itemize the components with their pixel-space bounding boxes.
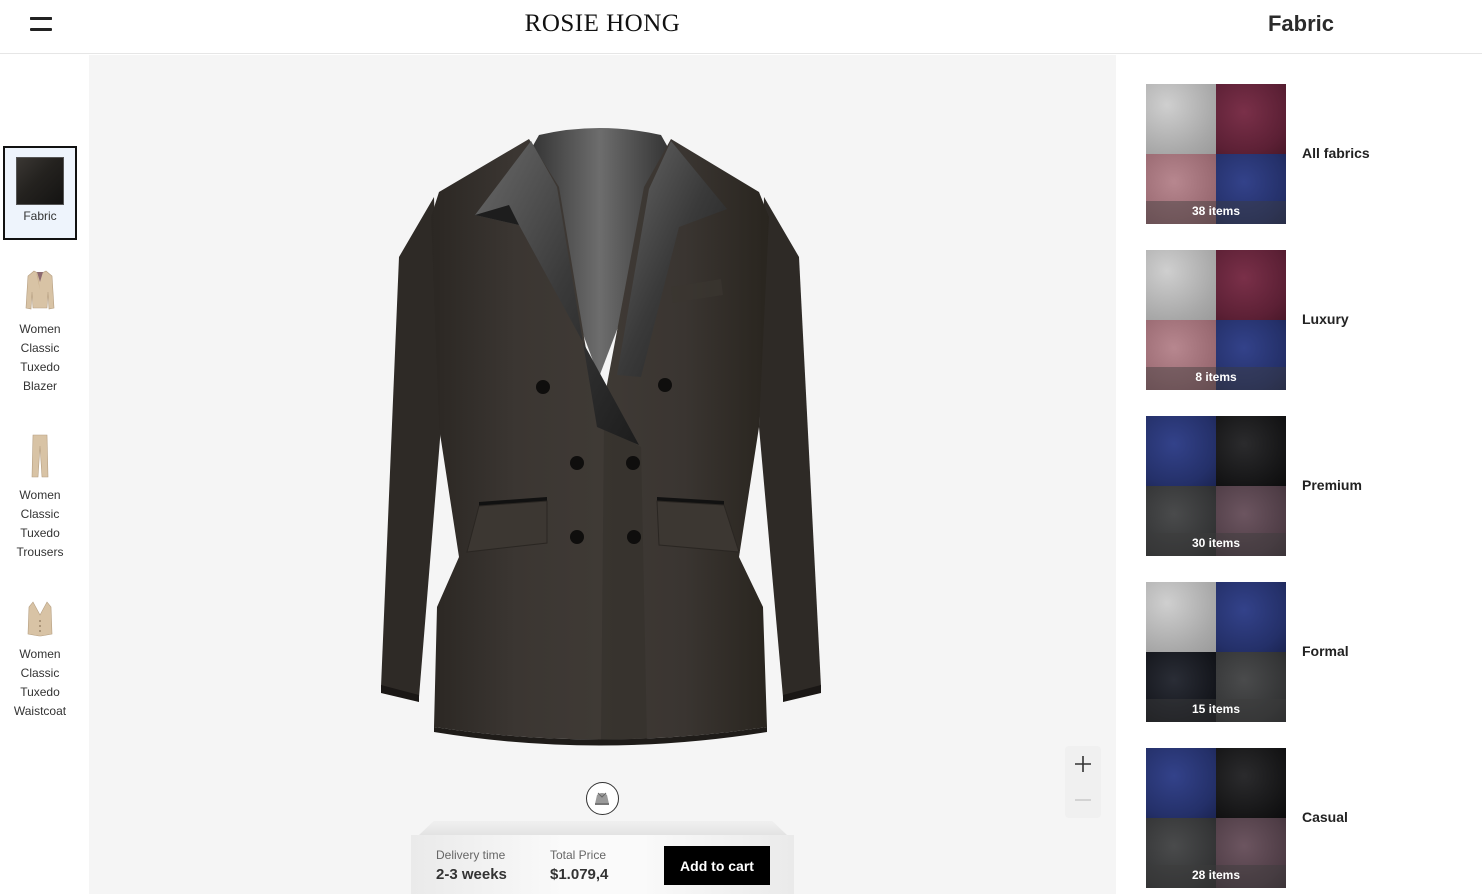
category-name: Casual <box>1302 809 1348 825</box>
double-breasted-tuxedo-blazer[interactable] <box>379 127 829 747</box>
rail-item-trousers[interactable]: Women Classic Tuxedo Trousers <box>3 434 77 562</box>
item-count-badge: 8 items <box>1146 367 1286 390</box>
trousers-icon <box>31 434 49 478</box>
zoom-controls <box>1065 746 1101 818</box>
model-view-icon[interactable] <box>586 782 619 815</box>
delivery-label: Delivery time <box>436 848 506 862</box>
order-bar: Delivery time 2-3 weeks Total Price $1.0… <box>411 835 794 894</box>
price-info: Total Price $1.079,4 <box>550 848 608 883</box>
item-count-badge: 38 items <box>1146 201 1286 224</box>
waistcoat-icon <box>27 601 53 637</box>
price-value: $1.079,4 <box>550 866 609 883</box>
price-label: Total Price <box>550 848 607 862</box>
rail-item-label: Women Classic Tuxedo Waistcoat <box>13 647 67 718</box>
zoom-in-plus-icon[interactable] <box>1065 746 1101 782</box>
category-name: Formal <box>1302 643 1349 659</box>
fabric-category-premium[interactable]: 30 items Premium <box>1146 416 1476 556</box>
order-bar-shadow <box>419 821 787 835</box>
category-name: All fabrics <box>1302 145 1370 161</box>
rail-item-blazer[interactable]: Women Classic Tuxedo Blazer <box>3 268 77 396</box>
fabric-category-formal[interactable]: 15 items Formal <box>1146 582 1476 722</box>
hamburger-menu-icon[interactable] <box>30 17 52 33</box>
product-viewer: Delivery time 2-3 weeks Total Price $1.0… <box>89 55 1116 894</box>
brand-logo[interactable]: ROSIE HONG <box>470 10 735 38</box>
fabric-category-all[interactable]: 38 items All fabrics <box>1146 84 1476 224</box>
category-name: Premium <box>1302 477 1362 493</box>
item-count-badge: 15 items <box>1146 699 1286 722</box>
top-header: ROSIE HONG Fabric <box>0 0 1482 54</box>
fabric-swatch-icon <box>16 157 64 205</box>
rail-item-waistcoat[interactable]: Women Classic Tuxedo Waistcoat <box>3 601 77 721</box>
zoom-out-minus-icon[interactable] <box>1065 782 1101 818</box>
customization-step-rail: Fabric Women Classic Tuxedo Blazer Women… <box>0 55 89 894</box>
rail-item-label: Women Classic Tuxedo Trousers <box>16 488 64 559</box>
panel-title: Fabric <box>1267 11 1335 36</box>
fabric-category-luxury[interactable]: 8 items Luxury <box>1146 250 1476 390</box>
fabric-category-casual[interactable]: 28 items Casual <box>1146 748 1476 888</box>
fabric-category-panel: 38 items All fabrics 8 items Luxury 30 i… <box>1116 55 1482 894</box>
rail-item-label: Fabric <box>23 209 57 223</box>
item-count-badge: 30 items <box>1146 533 1286 556</box>
delivery-value: 2-3 weeks <box>436 866 507 883</box>
rail-item-fabric[interactable]: Fabric <box>3 146 77 240</box>
delivery-info: Delivery time 2-3 weeks <box>436 848 507 883</box>
add-to-cart-button[interactable]: Add to cart <box>664 846 770 885</box>
item-count-badge: 28 items <box>1146 865 1286 888</box>
category-name: Luxury <box>1302 311 1349 327</box>
rail-item-label: Women Classic Tuxedo Blazer <box>19 322 61 393</box>
blazer-icon <box>25 268 55 312</box>
